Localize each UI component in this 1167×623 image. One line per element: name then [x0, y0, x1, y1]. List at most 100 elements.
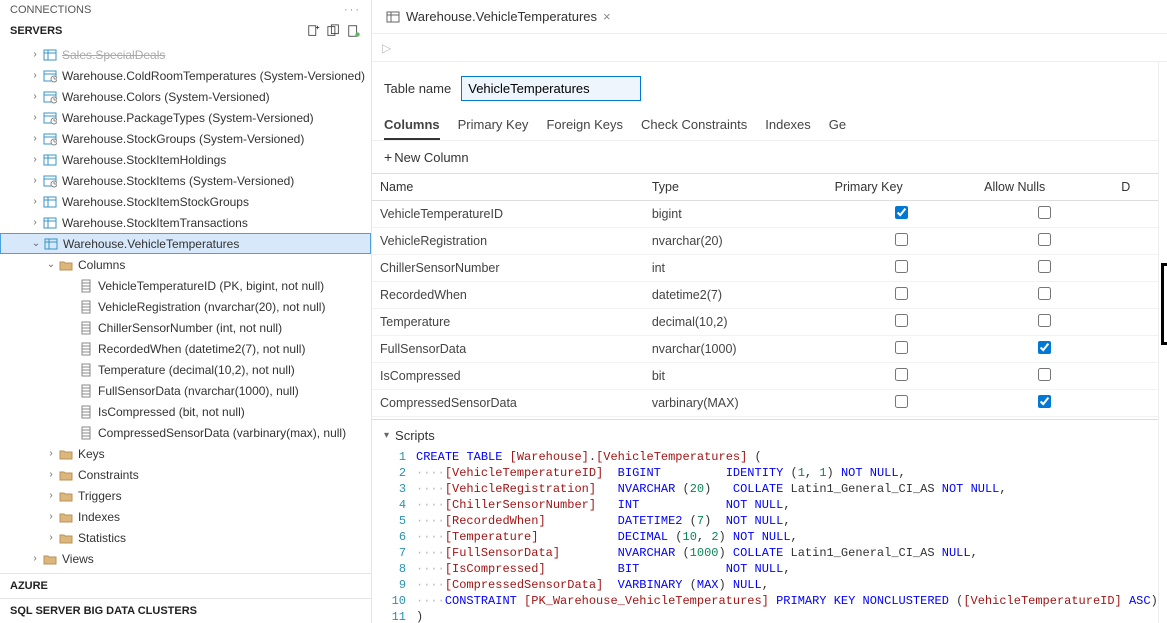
nullable-checkbox[interactable] — [1038, 368, 1051, 381]
table-row[interactable]: ChillerSensorNumberint — [372, 255, 1158, 282]
column-header[interactable]: Name — [372, 174, 644, 201]
col-name[interactable]: FullSensorData — [372, 336, 644, 363]
tree-item-label: Sales.SpecialDeals — [62, 48, 165, 62]
table-row[interactable]: Temperaturedecimal(10,2) — [372, 309, 1158, 336]
pk-checkbox[interactable] — [895, 368, 908, 381]
nullable-checkbox[interactable] — [1038, 395, 1051, 408]
pk-checkbox[interactable] — [895, 206, 908, 219]
scripts-toggle[interactable]: ▾ Scripts — [372, 424, 1158, 447]
designer-tab-primary-key[interactable]: Primary Key — [458, 111, 529, 140]
col-name[interactable]: CompressedSensorData — [372, 390, 644, 417]
tree-item[interactable]: ›Warehouse.StockItemHoldings — [0, 149, 371, 170]
tree-item[interactable]: VehicleRegistration (nvarchar(20), not n… — [0, 296, 371, 317]
bigdata-section[interactable]: SQL SERVER BIG DATA CLUSTERS — [0, 598, 371, 623]
col-type[interactable]: int — [644, 255, 827, 282]
designer-tab-columns[interactable]: Columns — [384, 111, 440, 140]
pk-checkbox[interactable] — [895, 260, 908, 273]
tree-item[interactable]: ›Warehouse.Colors (System-Versioned) — [0, 86, 371, 107]
col-type[interactable]: datetime2(7) — [644, 282, 827, 309]
tree-item[interactable]: ›Warehouse.StockItems (System-Versioned) — [0, 170, 371, 191]
tree-item[interactable]: Temperature (decimal(10,2), not null) — [0, 359, 371, 380]
tree-item[interactable]: ⌄Warehouse.VehicleTemperatures — [0, 233, 371, 254]
col-type[interactable]: decimal(10,2) — [644, 309, 827, 336]
azure-section[interactable]: AZURE — [0, 573, 371, 598]
col-name[interactable]: ChillerSensorNumber — [372, 255, 644, 282]
tree-item[interactable]: RecordedWhen (datetime2(7), not null) — [0, 338, 371, 359]
tree-item[interactable]: ›Warehouse.StockItemTransactions — [0, 212, 371, 233]
nullable-checkbox[interactable] — [1038, 287, 1051, 300]
table-row[interactable]: RecordedWhendatetime2(7) — [372, 282, 1158, 309]
tree-item[interactable]: ›Views — [0, 548, 371, 569]
new-connection-icon[interactable] — [307, 24, 321, 38]
script-editor[interactable]: 1CREATE TABLE [Warehouse].[VehicleTemper… — [372, 447, 1158, 623]
col-name[interactable]: VehicleRegistration — [372, 228, 644, 255]
connections-more-icon[interactable]: ··· — [344, 4, 361, 16]
pk-checkbox[interactable] — [895, 314, 908, 327]
table-row[interactable]: IsCompressedbit — [372, 363, 1158, 390]
col-type[interactable]: bigint — [644, 201, 827, 228]
table-name-input[interactable] — [461, 76, 641, 101]
col-name[interactable]: Temperature — [372, 309, 644, 336]
editor-tab[interactable]: Warehouse.VehicleTemperatures × — [372, 0, 625, 33]
tree-item[interactable]: ›Triggers — [0, 485, 371, 506]
new-query-icon[interactable] — [347, 24, 361, 38]
nullable-checkbox[interactable] — [1038, 233, 1051, 246]
designer-tab-indexes[interactable]: Indexes — [765, 111, 811, 140]
pk-checkbox[interactable] — [895, 233, 908, 246]
nullable-checkbox[interactable] — [1038, 341, 1051, 354]
table-row[interactable]: CompressedSensorDatavarbinary(MAX) — [372, 390, 1158, 417]
pk-checkbox[interactable] — [895, 395, 908, 408]
designer-tab-foreign-keys[interactable]: Foreign Keys — [546, 111, 623, 140]
column-header[interactable]: Type — [644, 174, 827, 201]
run-icon[interactable]: ▷ — [382, 41, 391, 55]
table-row[interactable]: VehicleRegistrationnvarchar(20) — [372, 228, 1158, 255]
tree-item[interactable]: CompressedSensorData (varbinary(max), nu… — [0, 422, 371, 443]
tree-item[interactable]: ChillerSensorNumber (int, not null) — [0, 317, 371, 338]
new-group-icon[interactable] — [327, 24, 341, 38]
tree-item-label: IsCompressed (bit, not null) — [98, 405, 245, 419]
col-icon — [78, 279, 94, 293]
designer-tab-check-constraints[interactable]: Check Constraints — [641, 111, 747, 140]
col-type[interactable]: varbinary(MAX) — [644, 390, 827, 417]
table-row[interactable]: VehicleTemperatureIDbigint — [372, 201, 1158, 228]
columns-grid: NameTypePrimary KeyAllow NullsD VehicleT… — [372, 173, 1158, 417]
table-row[interactable]: FullSensorDatanvarchar(1000) — [372, 336, 1158, 363]
col-icon — [78, 342, 94, 356]
tree-item[interactable]: ›Warehouse.StockGroups (System-Versioned… — [0, 128, 371, 149]
tree-item[interactable]: ›Warehouse.PackageTypes (System-Versione… — [0, 107, 371, 128]
chevron-icon: › — [28, 133, 42, 144]
tree-item-label: Triggers — [78, 489, 122, 503]
pk-checkbox[interactable] — [895, 341, 908, 354]
folder-icon — [58, 489, 74, 503]
col-type[interactable]: nvarchar(1000) — [644, 336, 827, 363]
tree-item[interactable]: IsCompressed (bit, not null) — [0, 401, 371, 422]
col-name[interactable]: VehicleTemperatureID — [372, 201, 644, 228]
nullable-checkbox[interactable] — [1038, 260, 1051, 273]
column-header[interactable]: D — [1113, 174, 1158, 201]
designer-tab-ge[interactable]: Ge — [829, 111, 846, 140]
object-explorer-tree[interactable]: ›Sales.SpecialDeals›Warehouse.ColdRoomTe… — [0, 42, 371, 573]
connections-title: CONNECTIONS — [10, 4, 91, 16]
col-type[interactable]: nvarchar(20) — [644, 228, 827, 255]
tree-item[interactable]: VehicleTemperatureID (PK, bigint, not nu… — [0, 275, 371, 296]
tree-item[interactable]: ›Statistics — [0, 527, 371, 548]
col-icon — [78, 363, 94, 377]
pk-checkbox[interactable] — [895, 287, 908, 300]
tree-item[interactable]: ⌄Columns — [0, 254, 371, 275]
column-header[interactable]: Primary Key — [827, 174, 976, 201]
column-header[interactable]: Allow Nulls — [976, 174, 1113, 201]
col-name[interactable]: IsCompressed — [372, 363, 644, 390]
tree-item[interactable]: FullSensorData (nvarchar(1000), null) — [0, 380, 371, 401]
new-column-button[interactable]: +New Column — [372, 141, 1158, 173]
tree-item[interactable]: ›Indexes — [0, 506, 371, 527]
col-type[interactable]: bit — [644, 363, 827, 390]
tree-item[interactable]: ›Constraints — [0, 464, 371, 485]
nullable-checkbox[interactable] — [1038, 314, 1051, 327]
col-name[interactable]: RecordedWhen — [372, 282, 644, 309]
nullable-checkbox[interactable] — [1038, 206, 1051, 219]
tree-item[interactable]: ›Warehouse.ColdRoomTemperatures (System-… — [0, 65, 371, 86]
tree-item[interactable]: ›Keys — [0, 443, 371, 464]
tree-item[interactable]: ›Sales.SpecialDeals — [0, 44, 371, 65]
tree-item[interactable]: ›Warehouse.StockItemStockGroups — [0, 191, 371, 212]
close-icon[interactable]: × — [603, 9, 611, 24]
